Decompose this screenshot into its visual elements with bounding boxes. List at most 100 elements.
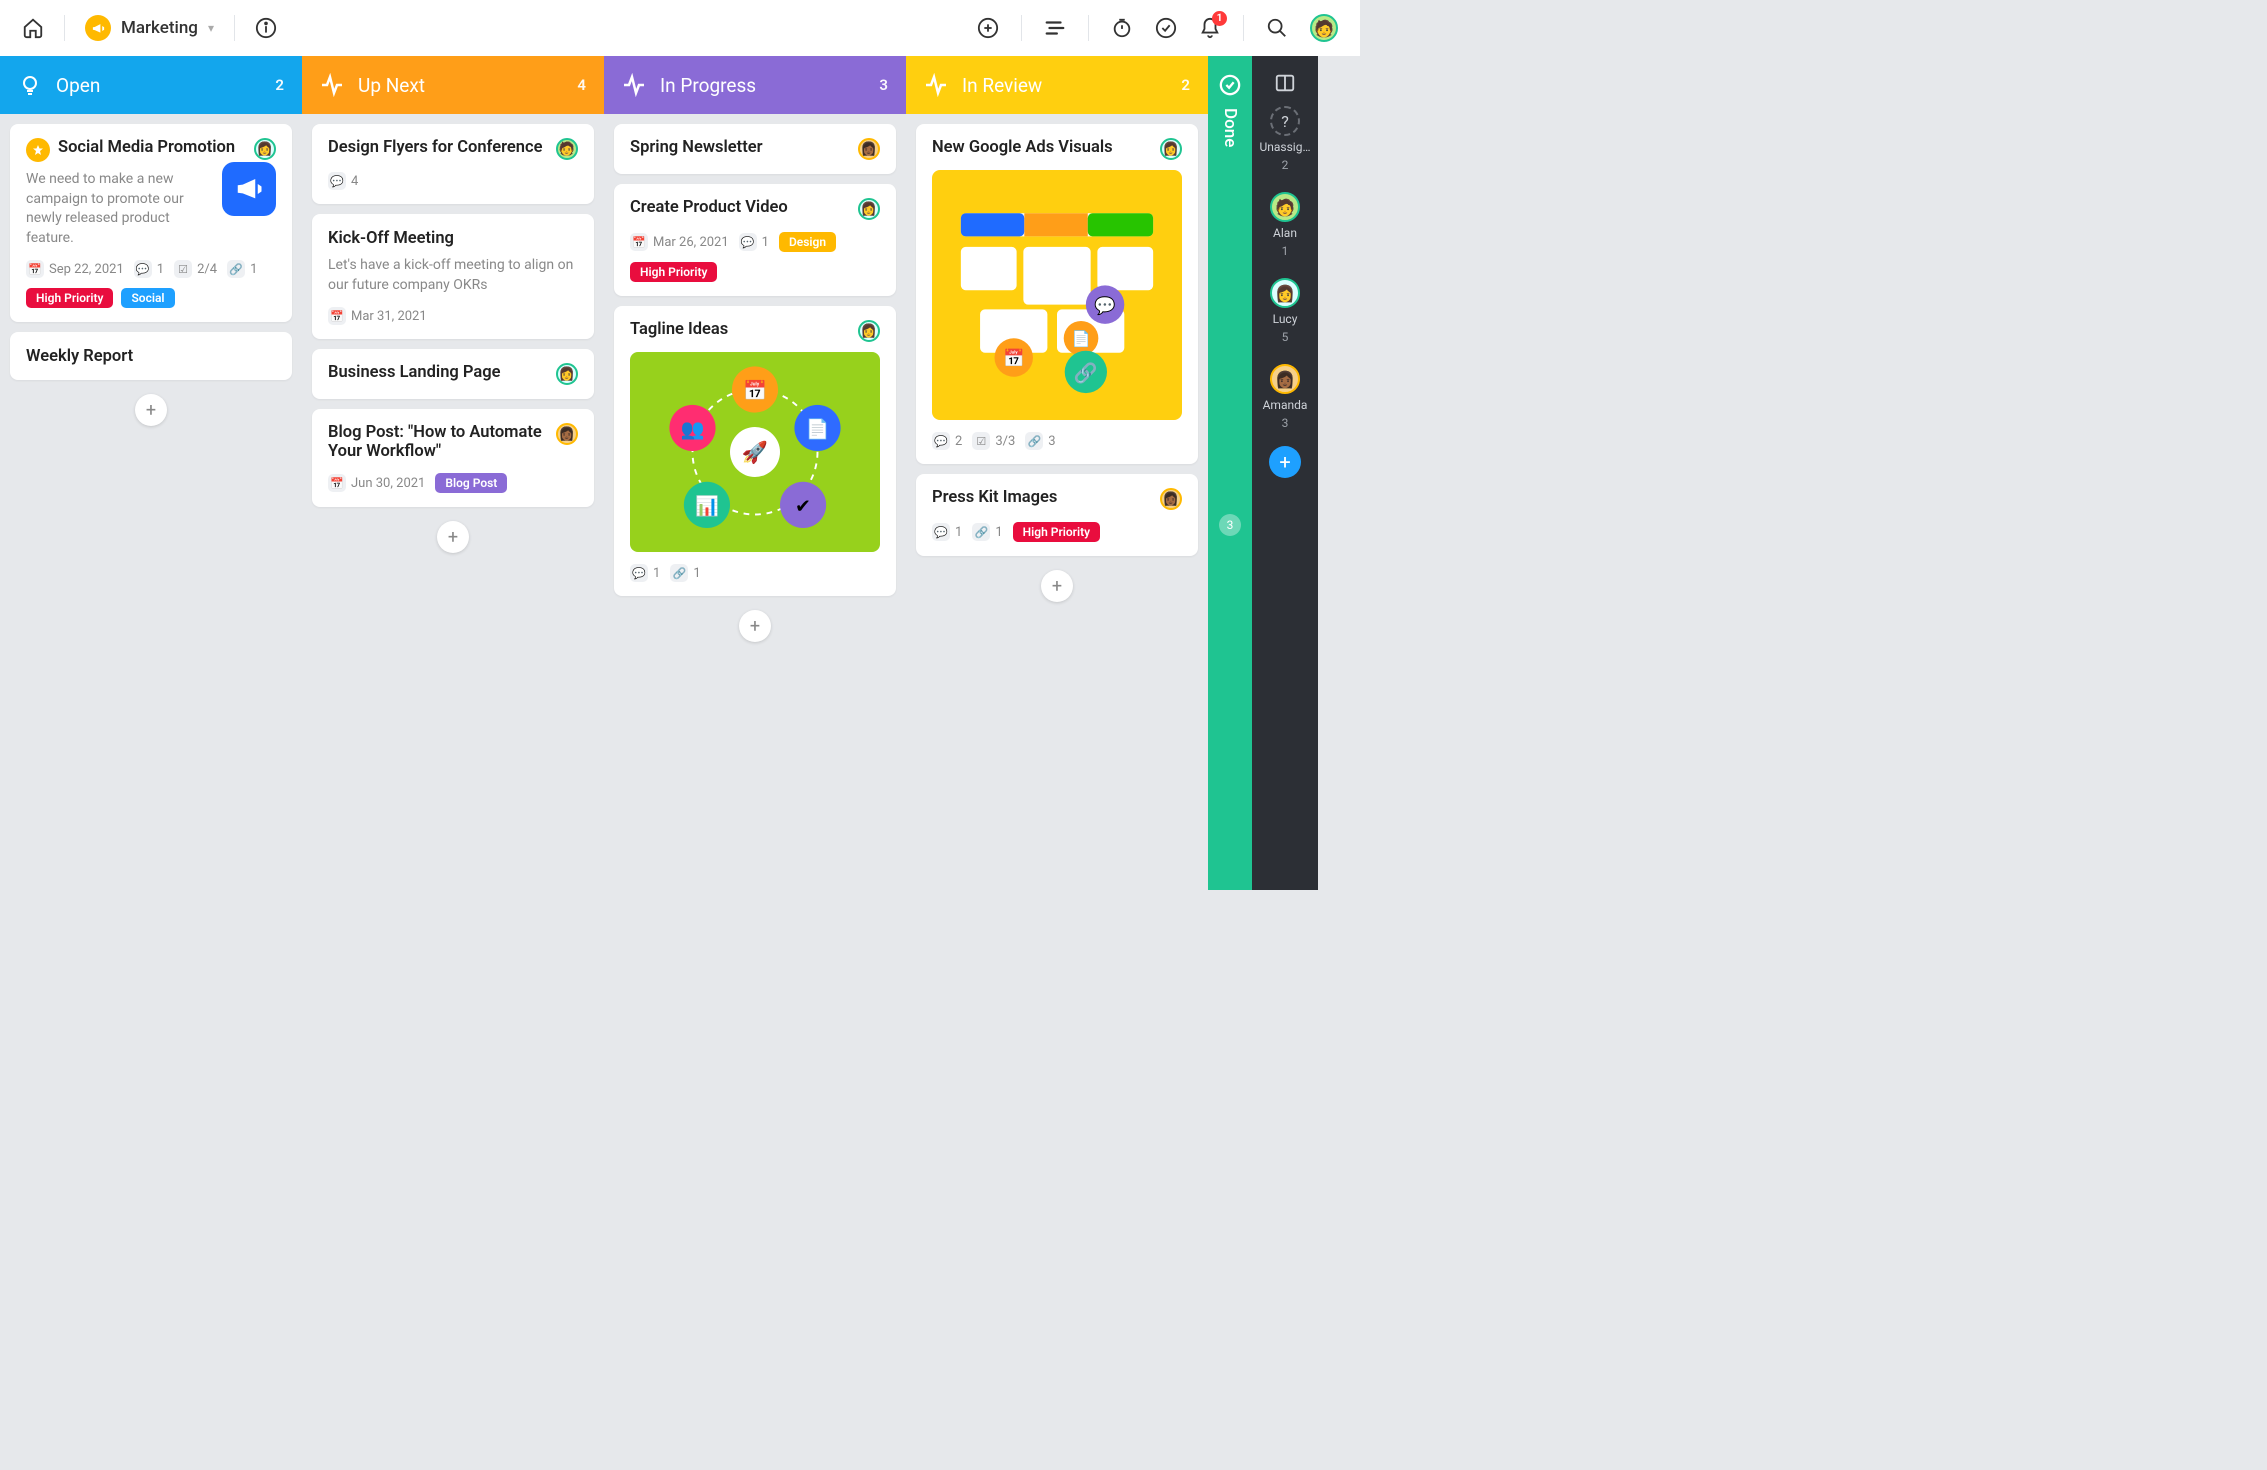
tag-design[interactable]: Design: [779, 232, 836, 252]
add-card-button[interactable]: +: [1041, 570, 1073, 602]
add-card-button[interactable]: +: [437, 521, 469, 553]
comment-icon: 💬: [932, 523, 950, 541]
card-title: Create Product Video: [630, 198, 850, 217]
card-weekly-report[interactable]: Weekly Report: [10, 332, 292, 380]
column-title: In Review: [962, 74, 1167, 97]
notifications-icon[interactable]: 1: [1199, 17, 1221, 39]
links-meta: 🔗1: [972, 523, 1002, 541]
chevron-down-icon: ▾: [208, 21, 214, 35]
links-meta: 🔗3: [1025, 432, 1055, 450]
calendar-icon: 📅: [328, 307, 346, 325]
column-count: 3: [1219, 514, 1241, 536]
column-up-next: Up Next 4 Design Flyers for Conference 🧑…: [302, 56, 604, 890]
card-create-product-video[interactable]: Create Product Video 👩 📅Mar 26, 2021 💬1 …: [614, 184, 896, 296]
svg-text:📅: 📅: [743, 379, 767, 402]
project-selector[interactable]: Marketing ▾: [85, 15, 214, 41]
card-title: Weekly Report: [26, 347, 133, 366]
assignee-avatar[interactable]: 👩🏾: [858, 138, 880, 160]
assignee-avatar[interactable]: 👩: [1160, 138, 1182, 160]
sidebar-item-unassigned[interactable]: ? Unassig… 2: [1252, 98, 1318, 180]
svg-text:📅: 📅: [1003, 348, 1025, 369]
tag-high-priority[interactable]: High Priority: [630, 262, 717, 282]
card-blog-post[interactable]: Blog Post: "How to Automate Your Workflo…: [312, 409, 594, 507]
card-press-kit-images[interactable]: Press Kit Images 👩🏾 💬1 🔗1 High Priority: [916, 474, 1198, 556]
add-card-button[interactable]: +: [135, 394, 167, 426]
activity-icon: [320, 73, 344, 97]
column-in-progress: In Progress 3 Spring Newsletter 👩🏾 Creat…: [604, 56, 906, 890]
assignee-avatar[interactable]: 👩: [556, 363, 578, 385]
add-icon[interactable]: [977, 17, 999, 39]
card-title: Blog Post: "How to Automate Your Workflo…: [328, 423, 548, 461]
check-circle-icon: [1219, 74, 1241, 96]
comments-meta: 💬4: [328, 172, 358, 190]
comments-meta: 💬1: [134, 260, 164, 278]
card-title: Press Kit Images: [932, 488, 1152, 507]
card-spring-newsletter[interactable]: Spring Newsletter 👩🏾: [614, 124, 896, 174]
avatar-icon: 🧑: [1270, 192, 1300, 222]
column-count: 3: [879, 76, 888, 94]
date-meta: 📅Mar 31, 2021: [328, 307, 427, 325]
sidebar-item-count: 3: [1282, 416, 1289, 430]
sidebar-item-count: 1: [1282, 244, 1289, 258]
comments-meta: 💬2: [932, 432, 962, 450]
column-count: 4: [577, 76, 586, 94]
column-count: 2: [1181, 76, 1190, 94]
comment-icon: 💬: [630, 564, 648, 582]
sidebar-item-amanda[interactable]: 👩🏾 Amanda 3: [1252, 356, 1318, 438]
card-google-ads-visuals[interactable]: New Google Ads Visuals 👩 💬: [916, 124, 1198, 464]
card-description: We need to make a new campaign to promot…: [26, 170, 212, 248]
card-design-flyers[interactable]: Design Flyers for Conference 🧑 💬4: [312, 124, 594, 204]
sidebar-item-count: 5: [1282, 330, 1289, 344]
lightbulb-icon: [18, 73, 42, 97]
assignee-avatar[interactable]: 👩🏾: [1160, 488, 1182, 510]
column-header[interactable]: In Progress 3: [604, 56, 906, 114]
svg-text:📄: 📄: [1071, 330, 1090, 348]
sidebar-item-alan[interactable]: 🧑 Alan 1: [1252, 184, 1318, 266]
svg-text:👥: 👥: [681, 418, 705, 441]
user-avatar[interactable]: 🧑: [1310, 14, 1338, 42]
topbar: Marketing ▾ 1 🧑: [0, 0, 1360, 56]
home-icon[interactable]: [22, 17, 44, 39]
assignee-sidebar: ? Unassig… 2 🧑 Alan 1 👩 Lucy 5 👩🏾 Amanda…: [1252, 56, 1318, 890]
tag-blog-post[interactable]: Blog Post: [435, 473, 507, 493]
sidebar-item-label: Unassig…: [1259, 140, 1310, 154]
card-social-media-promotion[interactable]: Social Media Promotion 👩 We need to make…: [10, 124, 292, 322]
check-circle-icon[interactable]: [1155, 17, 1177, 39]
column-header[interactable]: Open 2: [0, 56, 302, 114]
assignee-avatar[interactable]: 👩: [254, 138, 276, 160]
tag-social[interactable]: Social: [121, 288, 174, 308]
checklist-icon: ☑: [174, 260, 192, 278]
search-icon[interactable]: [1266, 17, 1288, 39]
card-business-landing-page[interactable]: Business Landing Page 👩: [312, 349, 594, 399]
comments-meta: 💬1: [739, 233, 769, 251]
assignee-avatar[interactable]: 👩: [858, 320, 880, 342]
link-icon: 🔗: [670, 564, 688, 582]
board-view-icon[interactable]: [1274, 72, 1296, 94]
calendar-icon: 📅: [328, 474, 346, 492]
timeline-icon[interactable]: [1044, 17, 1066, 39]
add-assignee-button[interactable]: +: [1269, 446, 1301, 478]
svg-text:✔: ✔: [795, 495, 811, 518]
card-title: Kick-Off Meeting: [328, 229, 454, 248]
card-kick-off-meeting[interactable]: Kick-Off Meeting Let's have a kick-off m…: [312, 214, 594, 339]
date-meta: 📅Mar 26, 2021: [630, 233, 729, 251]
add-card-button[interactable]: +: [739, 610, 771, 642]
info-icon[interactable]: [255, 17, 277, 39]
pin-icon: [26, 138, 50, 162]
column-header[interactable]: In Review 2: [906, 56, 1208, 114]
timer-icon[interactable]: [1111, 17, 1133, 39]
sidebar-item-label: Alan: [1273, 226, 1297, 240]
svg-text:📄: 📄: [806, 418, 830, 441]
column-header[interactable]: Up Next 4: [302, 56, 604, 114]
column-done-collapsed[interactable]: Done 3: [1208, 56, 1252, 890]
card-tagline-ideas[interactable]: Tagline Ideas 👩 🚀 📅 📄 ✔ 📊 👥 💬1: [614, 306, 896, 596]
sidebar-item-lucy[interactable]: 👩 Lucy 5: [1252, 270, 1318, 352]
assignee-avatar[interactable]: 👩🏾: [556, 423, 578, 445]
assignee-avatar[interactable]: 🧑: [556, 138, 578, 160]
assignee-avatar[interactable]: 👩: [858, 198, 880, 220]
unassigned-icon: ?: [1270, 106, 1300, 136]
card-title: New Google Ads Visuals: [932, 138, 1152, 157]
tag-high-priority[interactable]: High Priority: [26, 288, 113, 308]
tag-high-priority[interactable]: High Priority: [1013, 522, 1100, 542]
link-icon: 🔗: [1025, 432, 1043, 450]
